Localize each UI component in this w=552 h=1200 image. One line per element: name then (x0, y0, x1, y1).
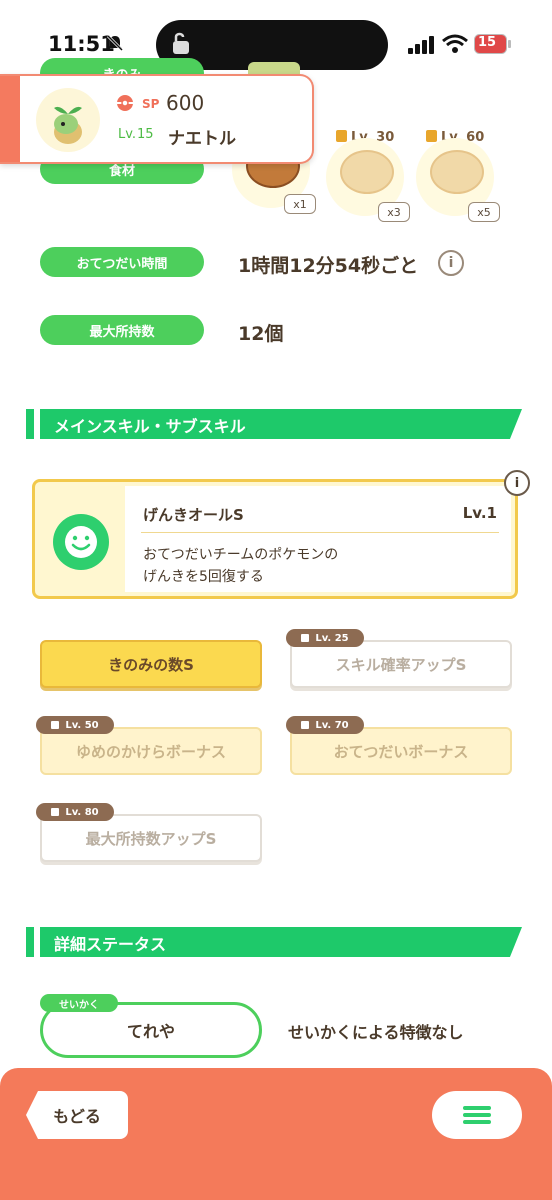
level-label: Lv. (118, 127, 137, 142)
lock-icon (301, 634, 310, 642)
menu-icon (463, 1106, 491, 1110)
capacity-label: 最大所持数 (40, 315, 204, 345)
main-skill-description: おてつだいチームのポケモンの げんきを5回復する (143, 547, 339, 585)
section-title: メインスキル・サブスキル (54, 417, 246, 436)
capacity-value: 12個 (238, 323, 284, 345)
main-skill-body: げんきオールS Lv.1 おてつだいチームのポケモンの げんきを5回復する (125, 486, 511, 592)
menu-button[interactable] (432, 1091, 522, 1139)
sub-skill-2[interactable]: スキル確率アップS (290, 640, 512, 688)
pokemon-avatar (36, 88, 100, 152)
main-skill-name: げんきオールS (143, 506, 244, 524)
section-marker (26, 927, 34, 957)
info-icon[interactable]: i (438, 250, 464, 276)
sp-label: SP (142, 97, 160, 111)
back-button[interactable]: もどる (26, 1091, 128, 1139)
sub-skill-3[interactable]: ゆめのかけらボーナス (40, 727, 262, 775)
pokemon-card[interactable]: SP 600 Lv. 15 ナエトル (0, 74, 314, 164)
ingredient-count: x5 (468, 202, 500, 222)
lock-icon (51, 808, 60, 816)
card-stripe (0, 76, 20, 162)
ingredient-count: x1 (284, 194, 316, 214)
ingredient-count: x3 (378, 202, 410, 222)
ingredient-slot-3[interactable]: x5 (416, 138, 500, 222)
sp-value: 600 (166, 91, 205, 115)
sub-skill-1[interactable]: きのみの数S (40, 640, 262, 688)
unlock-level-badge: Lv. 50 (36, 716, 114, 734)
nature-effect: せいかくによる特徴なし (288, 1023, 464, 1042)
wifi-icon (442, 34, 468, 53)
pokeball-icon (117, 95, 133, 111)
potato-icon (340, 150, 394, 194)
lock-icon (426, 130, 437, 142)
smile-icon (53, 514, 109, 570)
main-skill-level: Lv.1 (462, 504, 497, 522)
divider (141, 532, 499, 533)
lock-icon (51, 721, 60, 729)
help-time-value: 1時間12分54秒ごと (238, 255, 419, 277)
lock-icon (336, 130, 347, 142)
battery-icon: 15 (474, 34, 512, 54)
unlock-icon (173, 32, 189, 54)
section-marker (26, 409, 34, 439)
lock-icon (301, 721, 310, 729)
sub-skill-5[interactable]: 最大所持数アップS (40, 814, 262, 862)
unlock-level-badge: Lv. 80 (36, 803, 114, 821)
sub-skill-4[interactable]: おてつだいボーナス (290, 727, 512, 775)
skill-info-icon[interactable]: i (504, 470, 530, 496)
section-title: 詳細ステータス (54, 935, 167, 954)
unlock-level-badge: Lv. 70 (286, 716, 364, 734)
battery-level: 15 (478, 35, 497, 50)
status-time: 11:51 (48, 32, 115, 56)
potato-icon (430, 150, 484, 194)
help-time-label: おてつだい時間 (40, 247, 204, 277)
bell-muted-icon (106, 34, 124, 52)
pokemon-name: ナエトル (168, 129, 236, 149)
unlock-level-badge: Lv. 25 (286, 629, 364, 647)
level-value: 15 (137, 127, 154, 142)
nature-tag: せいかく (40, 994, 118, 1012)
signal-icon (408, 36, 434, 54)
ingredient-slot-2[interactable]: x3 (326, 138, 410, 222)
detail-section-header: 詳細ステータス (40, 927, 522, 957)
main-skill-card[interactable]: げんきオールS Lv.1 おてつだいチームのポケモンの げんきを5回復する (32, 479, 518, 599)
skills-section-header: メインスキル・サブスキル (40, 409, 522, 439)
